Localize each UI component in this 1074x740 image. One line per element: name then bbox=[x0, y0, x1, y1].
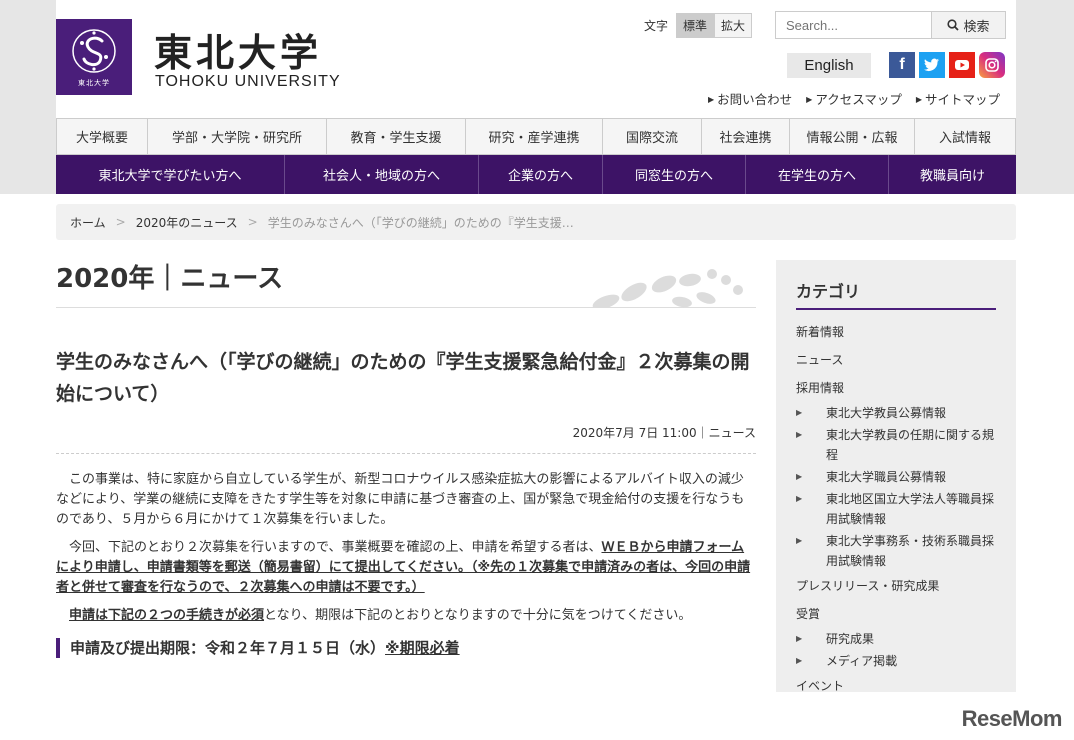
breadcrumb-separator-icon: > bbox=[115, 215, 126, 229]
category-list: 新着情報 ニュース 採用情報 東北大学教員公募情報 東北大学教員の任期に関する規… bbox=[796, 318, 996, 692]
site-title-en[interactable]: TOHOKU UNIVERSITY bbox=[155, 73, 341, 91]
gnav-research[interactable]: 研究・産学連携 bbox=[466, 119, 603, 154]
instagram-icon[interactable] bbox=[979, 52, 1005, 78]
leaf-decoration-icon bbox=[592, 269, 743, 308]
contact-link[interactable]: お問い合わせ bbox=[708, 89, 792, 108]
breadcrumb-current: 学生のみなさんへ（「学びの継続」のための『学生支援… bbox=[267, 215, 574, 230]
category-subitem[interactable]: 研究成果 bbox=[796, 628, 996, 650]
gnav-admission[interactable]: 入試情報 bbox=[915, 119, 1015, 154]
gnav-social[interactable]: 社会連携 bbox=[702, 119, 790, 154]
sitemap-link[interactable]: サイトマップ bbox=[916, 89, 1000, 108]
snav-alumni[interactable]: 同窓生の方へ bbox=[603, 155, 746, 194]
section-title: 2020年｜ニュース bbox=[56, 258, 756, 308]
font-standard-button[interactable]: 標準 bbox=[676, 13, 715, 38]
site-title-ja[interactable]: 東北大学 bbox=[154, 22, 322, 77]
sidebar-title: カテゴリ bbox=[796, 278, 996, 310]
site-header: 東北大学 東北大学 TOHOKU UNIVERSITY 文字 標準 拡大 検索 … bbox=[56, 0, 1016, 118]
category-item[interactable]: プレスリリース・研究成果 bbox=[796, 572, 996, 600]
category-subitem[interactable]: 東北大学教員公募情報 bbox=[796, 402, 996, 424]
paragraph-3-emphasis: 申請は下記の２つの手続きが必須 bbox=[69, 608, 265, 623]
deadline-text: 申請及び提出期限：令和２年７月１５日（水） bbox=[70, 639, 386, 657]
audience-nav: 東北大学で学びたい方へ 社会人・地域の方へ 企業の方へ 同窓生の方へ 在学生の方… bbox=[56, 155, 1016, 194]
article-title: 学生のみなさんへ（「学びの継続」のための『学生支援緊急給付金』２次募集の開始につ… bbox=[56, 351, 750, 405]
snav-prospective[interactable]: 東北大学で学びたい方へ bbox=[56, 155, 285, 194]
font-large-button[interactable]: 拡大 bbox=[714, 13, 753, 38]
snav-community[interactable]: 社会人・地域の方へ bbox=[285, 155, 479, 194]
resemom-watermark: ReseMom bbox=[961, 706, 1063, 731]
paragraph-3-text: となり、期限は下記のとおりとなりますので十分に気をつけてください。 bbox=[264, 608, 692, 623]
facebook-icon[interactable]: f bbox=[889, 52, 915, 78]
article-paragraph-3: 申請は下記の２つの手続きが必須となり、期限は下記のとおりとなりますので十分に気を… bbox=[56, 606, 756, 626]
main-content: 2020年｜ニュース 学生のみなさんへ（「学びの継続」のための『学生支援緊急給付… bbox=[56, 258, 756, 658]
access-map-link[interactable]: アクセスマップ bbox=[806, 89, 902, 108]
search-button[interactable]: 検索 bbox=[931, 12, 1005, 38]
category-subitem[interactable]: メディア掲載 bbox=[796, 650, 996, 672]
font-size-label: 文字 bbox=[644, 19, 669, 33]
category-subitem-label: 東北大学職員公募情報 bbox=[826, 470, 947, 484]
category-sidebar: カテゴリ 新着情報 ニュース 採用情報 東北大学教員公募情報 東北大学教員の任期… bbox=[776, 260, 1016, 692]
category-item[interactable]: イベント bbox=[796, 672, 996, 692]
deadline-note: ※期限必着 bbox=[385, 639, 460, 657]
utility-links: お問い合わせ アクセスマップ サイトマップ bbox=[708, 89, 1000, 108]
university-logo[interactable]: 東北大学 bbox=[56, 19, 132, 95]
gnav-education[interactable]: 教育・学生支援 bbox=[327, 119, 466, 154]
english-button[interactable]: English bbox=[787, 53, 871, 78]
logo-emblem-icon bbox=[72, 28, 116, 73]
article-paragraph-2: 今回、下記のとおり２次募集を行いますので、事業概要を確認の上、申請を希望する者は… bbox=[56, 538, 756, 598]
font-size-switcher: 文字 標準 拡大 bbox=[644, 13, 753, 38]
category-subitem-label: 東北大学教員の任期に関する規程 bbox=[826, 428, 995, 462]
category-subitem[interactable]: 東北地区国立大学法人等職員採用試験情報 bbox=[796, 488, 996, 530]
category-item[interactable]: 受賞 bbox=[796, 600, 996, 628]
snav-students[interactable]: 在学生の方へ bbox=[746, 155, 889, 194]
snav-companies[interactable]: 企業の方へ bbox=[479, 155, 603, 194]
breadcrumb-home[interactable]: ホーム bbox=[70, 214, 106, 231]
category-subitem-label: 東北大学教員公募情報 bbox=[826, 406, 947, 420]
gnav-international[interactable]: 国際交流 bbox=[603, 119, 702, 154]
category-subitem-label: 東北地区国立大学法人等職員採用試験情報 bbox=[826, 492, 995, 526]
search-button-label: 検索 bbox=[963, 19, 990, 35]
gnav-disclosure[interactable]: 情報公開・広報 bbox=[790, 119, 915, 154]
snav-staff[interactable]: 教職員向け bbox=[889, 155, 1016, 194]
twitter-icon[interactable] bbox=[919, 52, 945, 78]
search-box: 検索 bbox=[775, 11, 1006, 39]
breadcrumb: ホーム > 2020年のニュース > 学生のみなさんへ（「学びの継続」のための『… bbox=[56, 204, 1016, 240]
category-subitem[interactable]: 東北大学事務系・技術系職員採用試験情報 bbox=[796, 530, 996, 572]
section-title-text: 2020年｜ニュース bbox=[56, 264, 284, 294]
breadcrumb-news-2020[interactable]: 2020年のニュース bbox=[136, 214, 238, 231]
category-item[interactable]: 採用情報 bbox=[796, 374, 996, 402]
category-item[interactable]: 新着情報 bbox=[796, 318, 996, 346]
social-links: f bbox=[889, 52, 1005, 78]
youtube-icon[interactable] bbox=[949, 52, 975, 78]
gnav-about[interactable]: 大学概要 bbox=[57, 119, 148, 154]
category-subitem-label: 研究成果 bbox=[826, 632, 875, 646]
search-icon bbox=[947, 19, 960, 31]
category-item[interactable]: ニュース bbox=[796, 346, 996, 374]
paragraph-2-text: 今回、下記のとおり２次募集を行いますので、事業概要を確認の上、申請を希望する者は… bbox=[69, 540, 602, 555]
gnav-faculties[interactable]: 学部・大学院・研究所 bbox=[148, 119, 327, 154]
article-paragraph-1: この事業は、特に家庭から自立している学生が、新型コロナウイルス感染症拡大の影響に… bbox=[56, 472, 745, 527]
search-input[interactable] bbox=[776, 12, 931, 38]
logo-caption: 東北大学 bbox=[78, 78, 110, 87]
category-subitem-label: メディア掲載 bbox=[826, 654, 898, 668]
category-subitem-label: 東北大学事務系・技術系職員採用試験情報 bbox=[826, 534, 995, 568]
global-nav: 大学概要 学部・大学院・研究所 教育・学生支援 研究・産学連携 国際交流 社会連… bbox=[56, 118, 1016, 155]
article-meta: 2020年7月 7日 11:00｜ニュース bbox=[56, 424, 756, 454]
breadcrumb-separator-icon: > bbox=[247, 215, 258, 229]
category-subitem[interactable]: 東北大学教員の任期に関する規程 bbox=[796, 424, 996, 466]
category-subitem[interactable]: 東北大学職員公募情報 bbox=[796, 466, 996, 488]
deadline-heading: 申請及び提出期限：令和２年７月１５日（水）※期限必着 bbox=[56, 638, 756, 658]
